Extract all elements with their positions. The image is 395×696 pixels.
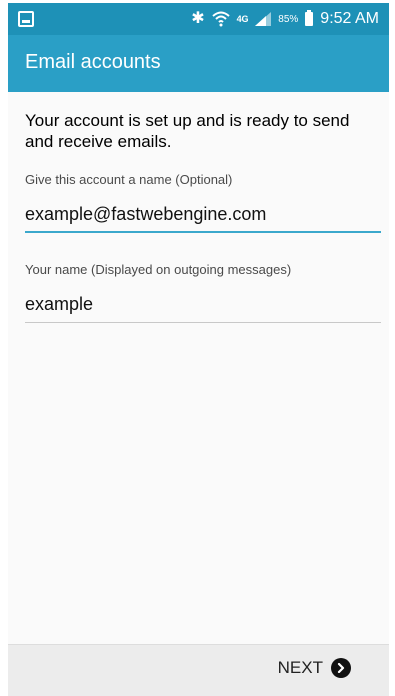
account-setup-form: Your account is set up and is ready to s… <box>8 92 389 644</box>
app-bar: Email accounts <box>8 35 389 92</box>
next-label: NEXT <box>277 658 323 677</box>
your-name-underline <box>25 322 381 323</box>
chevron-right-circle-icon <box>331 658 351 678</box>
setup-complete-message: Your account is set up and is ready to s… <box>25 111 350 151</box>
status-bar: ✱ 4G 85% 9:52 AM <box>8 3 389 35</box>
signal-icon <box>255 12 272 26</box>
network-type-label: 4G <box>236 14 249 24</box>
bottom-bar: NEXT <box>8 644 389 696</box>
account-name-label: Give this account a name (Optional) <box>25 172 233 187</box>
your-name-field[interactable]: example <box>25 294 93 315</box>
clock-time: 9:52 AM <box>320 10 379 27</box>
wifi-icon <box>212 11 230 27</box>
battery-percent: 85% <box>278 13 299 25</box>
bluetooth-icon: ✱ <box>191 10 205 27</box>
image-notification-icon <box>18 11 34 27</box>
phone-screen: ✱ 4G 85% 9:52 AM Email accounts Your acc… <box>0 0 395 696</box>
battery-icon <box>305 10 314 26</box>
status-icons: ✱ 4G 85% 9:52 AM <box>191 9 379 29</box>
account-name-underline <box>25 231 381 233</box>
your-name-label: Your name (Displayed on outgoing message… <box>25 262 292 277</box>
account-name-field[interactable]: example@fastwebengine.com <box>25 204 266 225</box>
next-button[interactable]: NEXT <box>278 658 351 678</box>
page-title: Email accounts <box>25 51 161 73</box>
